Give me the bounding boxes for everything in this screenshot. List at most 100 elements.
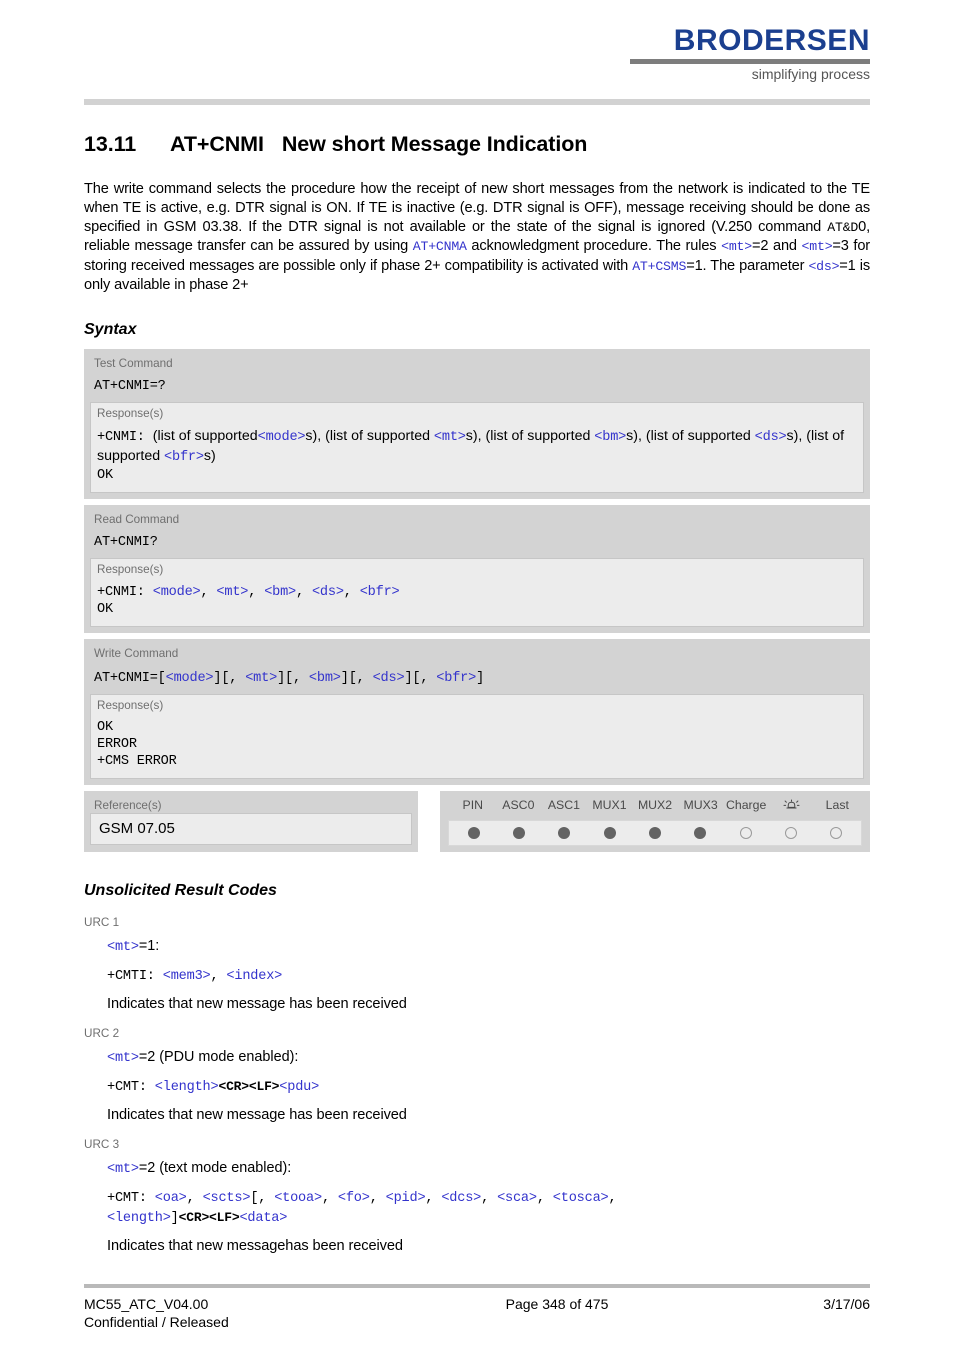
write-response-body: OK ERROR +CMS ERROR (91, 713, 863, 770)
footer-date: 3/17/06 (823, 1296, 870, 1312)
intro-text-3: acknowledgment procedure. The rules (466, 238, 722, 255)
intro-at-csms: AT+CSMS (632, 258, 687, 274)
test-resp-t1: (list of supported (152, 428, 258, 445)
indicator-dot-mux1-cell (587, 827, 632, 840)
footer-classification: Confidential / Released (84, 1314, 229, 1330)
urc-3-data: <data> (239, 1211, 288, 1227)
test-resp-t2: s), (list of supported (305, 428, 434, 445)
write-ds: <ds> (372, 671, 405, 687)
intro-text-1: The write command selects the procedure … (84, 180, 870, 236)
urc-2-lf: <LF> (248, 1079, 280, 1095)
urc-3-cr: <CR> (178, 1210, 210, 1226)
urc-3-pid: <pid> (385, 1191, 426, 1207)
urc-3-body: <mt>=2 (text mode enabled): +CMT: <oa>, <… (84, 1159, 870, 1255)
urc-3-prefix: +CMT: (107, 1191, 147, 1207)
footer-page-number: Page 348 of 475 (505, 1296, 609, 1312)
indicator-dot-last (830, 827, 843, 840)
indicator-dot-mux2 (648, 827, 661, 840)
read-sep-1: , (200, 585, 217, 601)
read-sep-3: , (296, 585, 312, 601)
header-divider-rule (84, 99, 870, 105)
urc-3-length: <length> (107, 1211, 171, 1227)
urc-3-tosca: <tosca> (552, 1191, 609, 1207)
urc-2-body: <mt>=2 (PDU mode enabled): +CMT: <length>… (84, 1048, 870, 1124)
urc-3-comma-5: , (481, 1191, 498, 1207)
urc-2-prefix: +CMT: (107, 1080, 147, 1096)
test-response-panel: Response(s) +CNMI: (list of supported<mod… (90, 402, 864, 494)
write-b4: ][, (404, 671, 437, 687)
urc-2-pdu: <pdu> (279, 1080, 320, 1096)
indicator-dots-row (448, 820, 862, 847)
urc-2-code: +CMT: <length><CR><LF><pdu> (107, 1077, 870, 1097)
urc-3-label: URC 3 (84, 1138, 120, 1152)
read-resp-mode: <mode> (152, 585, 201, 601)
write-resp-cms-error: +CMS ERROR (97, 754, 177, 770)
indicator-header-charge: Charge (725, 798, 767, 813)
indicator-dot-alarm-cell (768, 827, 813, 840)
urc-3-comma-1: , (186, 1191, 203, 1207)
urc-3-scts: <scts> (202, 1191, 251, 1207)
indicator-header-asc1: ASC1 (547, 798, 580, 813)
urc-1-label: URC 1 (84, 916, 120, 930)
urc-3-comma-6: , (536, 1191, 553, 1207)
urc-2-label: URC 2 (84, 1027, 120, 1041)
write-b1: ][, (213, 671, 246, 687)
indicator-dot-asc1 (558, 827, 571, 840)
write-b3: ][, (340, 671, 373, 687)
read-resp-mt: <mt> (216, 585, 249, 601)
urc-2-description: Indicates that new message has been rece… (107, 1107, 407, 1124)
logo-divider (630, 59, 870, 64)
urc-1-mode: <mt>=1: (107, 937, 870, 957)
indicator-dot-pin (467, 827, 480, 840)
write-cmd-prefix: AT+CNMI=[ (94, 671, 166, 687)
indicator-dot-alarm (784, 827, 797, 840)
indicator-dot-mux2-cell (632, 827, 677, 840)
write-response-panel: Response(s) OK ERROR +CMS ERROR (90, 694, 864, 780)
write-response-label: Response(s) (97, 699, 164, 713)
urc-3-mode: <mt>=2 (text mode enabled): (107, 1159, 870, 1179)
page-title: 13.11 AT+CNMI New short Message Indication (84, 96, 870, 158)
urc-3-comma-3: , (369, 1191, 386, 1207)
intro-at-d: AT&D (827, 220, 859, 236)
read-response-panel: Response(s) +CNMI: <mode>, <mt>, <bm>, <d… (90, 558, 864, 628)
test-response-body: +CNMI: (list of supported<mode>s), (list … (91, 421, 863, 484)
logo-wordmark: BRODERSEN (673, 24, 870, 57)
test-resp-ok: OK (97, 468, 113, 484)
write-resp-ok: OK (97, 720, 113, 736)
urc-1-code: +CMTI: <mem3>, <index> (107, 966, 870, 986)
write-mt: <mt> (245, 671, 278, 687)
urc-3-oa: <oa> (154, 1191, 187, 1207)
intro-at-cnma: AT+CNMA (412, 239, 467, 255)
test-resp-bm: <bm> (594, 430, 627, 446)
urc-2-cr: <CR> (218, 1079, 249, 1095)
read-resp-bfr: <bfr> (359, 585, 400, 601)
urc-1-index: <index> (226, 969, 283, 985)
write-command-label: Write Command (94, 647, 179, 661)
indicator-header-mux1: MUX1 (592, 798, 627, 813)
test-resp-mt: <mt> (433, 430, 466, 446)
write-resp-error: ERROR (97, 737, 137, 753)
urc-3-bracket-open: [, (250, 1191, 275, 1207)
reference-indicator-row: Reference(s) GSM 07.05 PIN ASC0 ASC1 MUX… (84, 791, 870, 853)
footer-doc-id: MC55_ATC_V04.00 (84, 1296, 209, 1312)
write-command-syntax: AT+CNMI=[<mode>][, <mt>][, <bm>][, <ds>]… (84, 661, 870, 694)
test-response-label: Response(s) (97, 407, 164, 421)
read-response-label: Response(s) (97, 563, 164, 577)
read-command-box: Read Command AT+CNMI? Response(s) +CNMI:… (84, 505, 870, 634)
test-resp-bfr: <bfr> (164, 450, 204, 466)
alarm-bell-icon (783, 797, 800, 817)
syntax-heading: Syntax (84, 321, 137, 339)
test-resp-ds: <ds> (754, 430, 787, 446)
brodersen-logo: BRODERSEN simplifying process (630, 26, 870, 83)
footer-main-row: MC55_ATC_V04.00 Page 348 of 475 3/17/06 (84, 1295, 870, 1313)
test-resp-mode: <mode> (257, 430, 306, 446)
urc-2-mode-text: =2 (PDU mode enabled): (138, 1049, 299, 1066)
urc-1-prefix: +CMTI: (107, 969, 155, 985)
indicator-dot-charge-cell (723, 827, 768, 840)
urc-3-mt: <mt> (107, 1162, 139, 1178)
indicator-dot-pin-cell (451, 827, 496, 840)
urc-3-bracket-close: ] (170, 1211, 179, 1227)
urc-heading: Unsolicited Result Codes (84, 882, 277, 900)
write-bfr: <bfr> (436, 671, 477, 687)
indicator-dot-asc0 (512, 827, 525, 840)
